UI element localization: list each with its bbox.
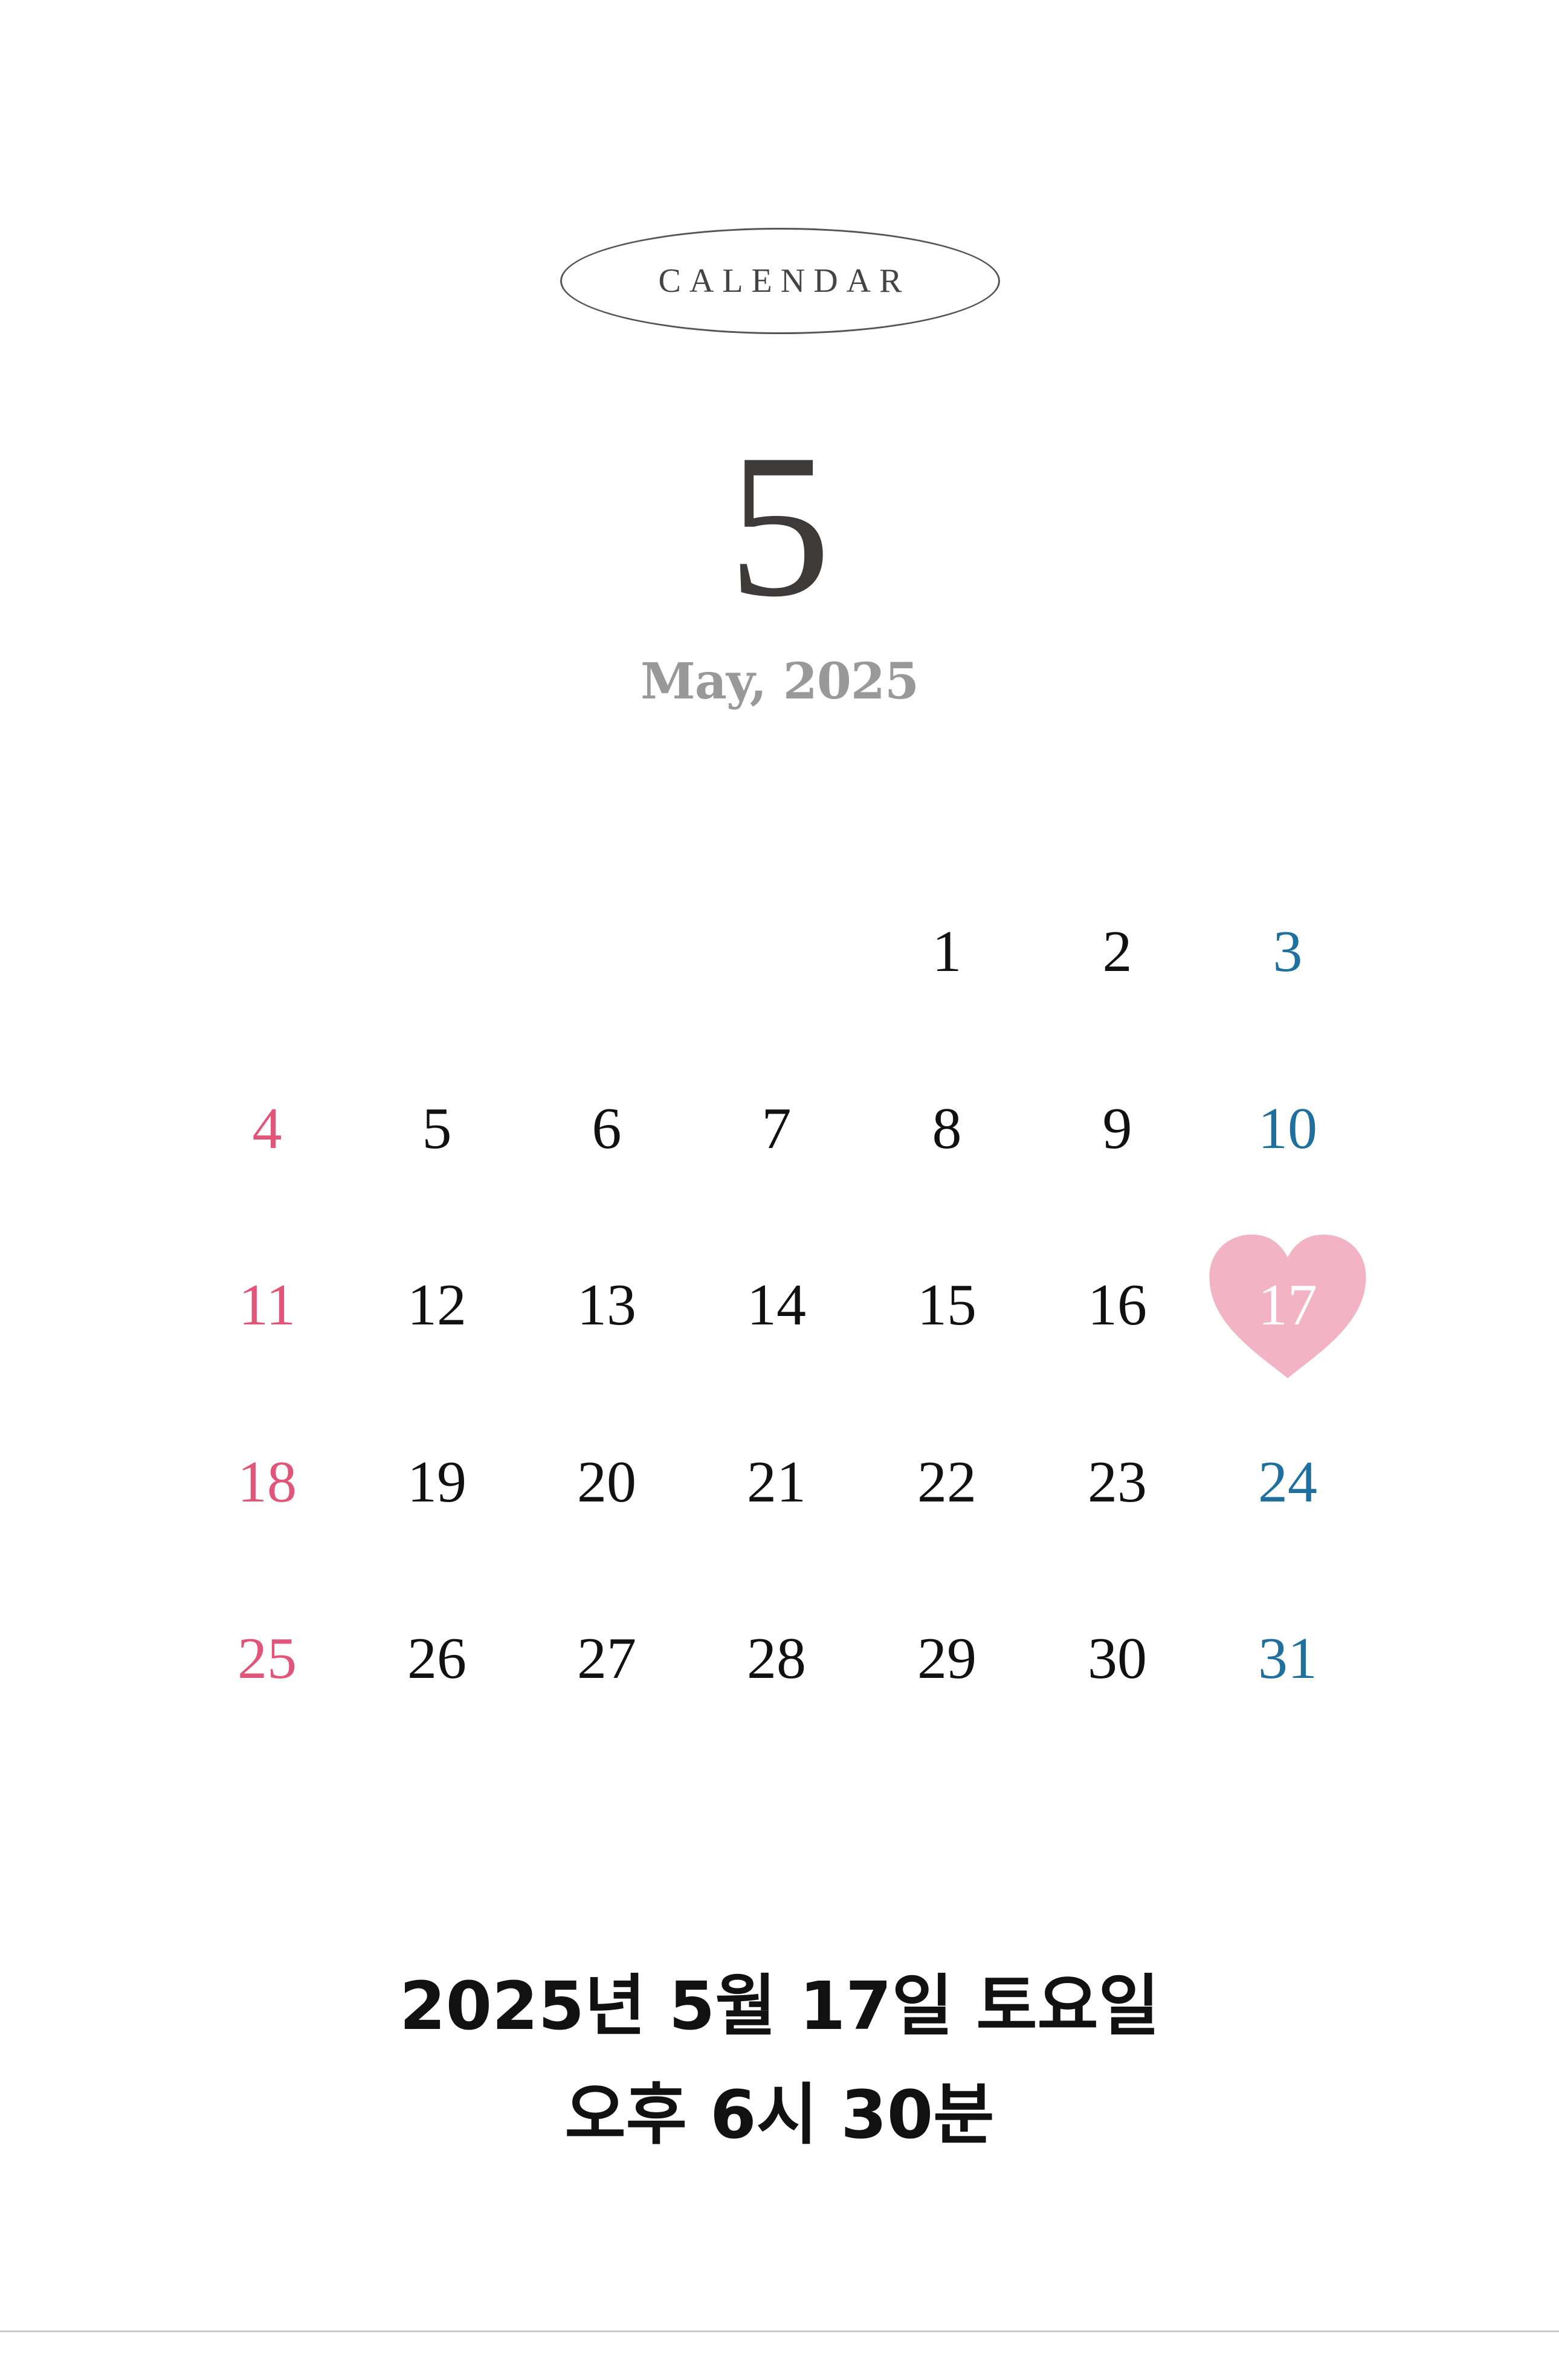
day-cell[interactable]: 22 — [880, 1422, 1013, 1543]
day-cell[interactable]: 7 — [710, 1068, 843, 1189]
day-cell[interactable]: 31 — [1221, 1598, 1354, 1719]
day-cell[interactable]: 14 — [710, 1245, 843, 1366]
day-cell[interactable]: 29 — [880, 1598, 1013, 1719]
day-cell[interactable]: 6 — [540, 1068, 673, 1189]
day-cell[interactable]: 9 — [1051, 1068, 1184, 1189]
bottom-divider — [0, 2330, 1559, 2332]
day-cell[interactable]: 13 — [540, 1245, 673, 1366]
day-cell[interactable]: 19 — [370, 1422, 503, 1543]
day-cell[interactable]: 15 — [880, 1245, 1013, 1366]
day-cell[interactable]: 30 — [1051, 1598, 1184, 1719]
day-cell[interactable]: 2 — [1051, 891, 1184, 1012]
day-cell[interactable]: 18 — [201, 1422, 334, 1543]
day-cell[interactable]: 1 — [880, 891, 1013, 1012]
event-date: 2025년 5월 17일 토요일 — [399, 1967, 1160, 2045]
day-cell[interactable]: 8 — [880, 1068, 1013, 1189]
day-cell[interactable]: 4 — [201, 1068, 334, 1189]
event-time: 오후 6시 30분 — [564, 2076, 995, 2153]
day-cell[interactable]: 24 — [1221, 1422, 1354, 1543]
day-cell[interactable]: 20 — [540, 1422, 673, 1543]
day-cell[interactable]: 28 — [710, 1598, 843, 1719]
day-cell[interactable]: 21 — [710, 1422, 843, 1543]
day-cell-selected[interactable]: 17 — [1221, 1245, 1354, 1366]
day-cell[interactable]: 25 — [201, 1598, 334, 1719]
day-cell[interactable]: 16 — [1051, 1245, 1184, 1366]
day-cell[interactable]: 12 — [370, 1245, 503, 1366]
day-cell[interactable]: 5 — [370, 1068, 503, 1189]
day-cell[interactable]: 11 — [201, 1245, 334, 1366]
day-cell[interactable]: 27 — [540, 1598, 673, 1719]
day-cell[interactable]: 26 — [370, 1598, 503, 1719]
day-cell[interactable]: 23 — [1051, 1422, 1184, 1543]
day-cell[interactable]: 10 — [1221, 1068, 1354, 1189]
day-cell[interactable]: 3 — [1221, 891, 1354, 1012]
